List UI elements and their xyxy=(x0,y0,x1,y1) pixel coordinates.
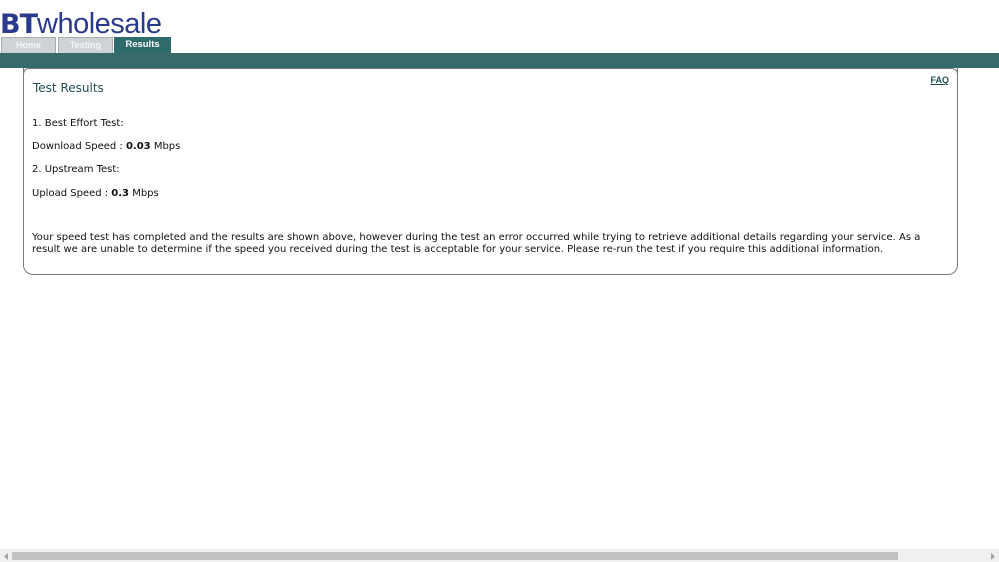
download-speed-unit: Mbps xyxy=(150,141,181,152)
logo-wholesale-text: wholesale xyxy=(37,8,162,40)
horizontal-scrollbar[interactable] xyxy=(0,549,999,562)
download-speed-line: Download Speed : 0.03 Mbps xyxy=(32,141,180,152)
bt-wholesale-logo: BTwholesale xyxy=(0,8,162,40)
scrollbar-thumb[interactable] xyxy=(12,552,898,560)
tab-results[interactable]: Results xyxy=(114,37,171,53)
page: BTwholesale Home Testing Results FAQ Tes… xyxy=(0,0,999,562)
upload-speed-label: Upload Speed : xyxy=(32,188,112,199)
chevron-right-icon[interactable] xyxy=(987,552,997,561)
upload-speed-value: 0.3 xyxy=(111,188,130,199)
tab-testing[interactable]: Testing xyxy=(58,37,113,53)
upload-speed-unit: Mbps xyxy=(129,188,159,199)
header-band xyxy=(0,53,999,68)
chevron-left-icon[interactable] xyxy=(2,552,12,561)
download-speed-label: Download Speed : xyxy=(32,141,126,152)
best-effort-heading: 1. Best Effort Test: xyxy=(32,118,124,129)
results-panel: FAQ Test Results 1. Best Effort Test: Do… xyxy=(23,68,958,275)
faq-link[interactable]: FAQ xyxy=(930,75,949,85)
tab-home[interactable]: Home xyxy=(1,37,56,53)
upstream-heading: 2. Upstream Test: xyxy=(32,164,120,175)
panel-title: Test Results xyxy=(33,81,104,95)
download-speed-value: 0.03 xyxy=(125,141,151,152)
logo-bt-text: BT xyxy=(0,9,38,40)
upload-speed-line: Upload Speed : 0.3 Mbps xyxy=(32,188,159,199)
error-note: Your speed test has completed and the re… xyxy=(32,232,921,255)
